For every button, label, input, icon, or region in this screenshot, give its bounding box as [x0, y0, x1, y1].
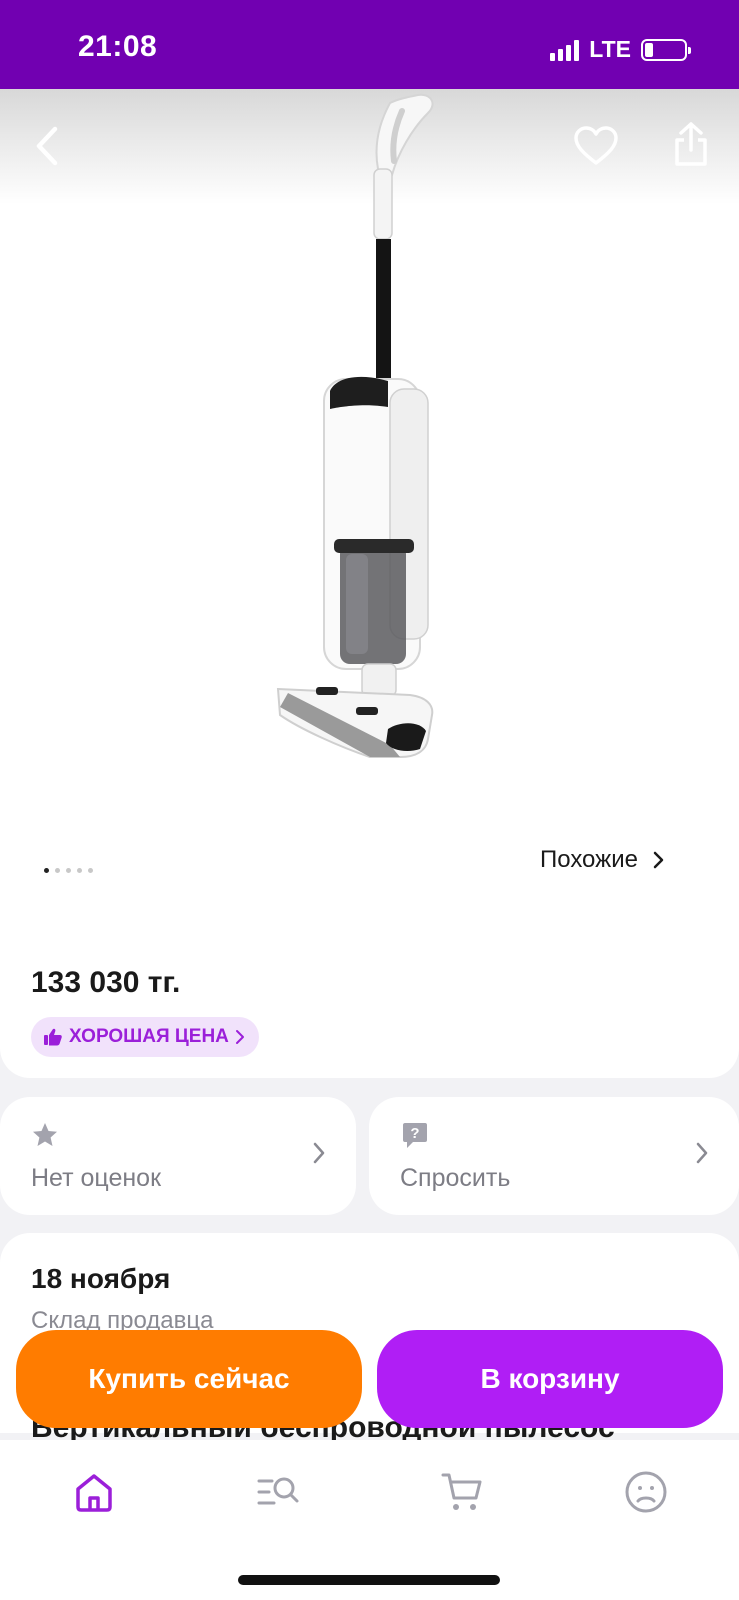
question-bubble-icon: ?	[403, 1123, 427, 1148]
thumbs-up-icon	[44, 1028, 62, 1046]
product-gallery[interactable]: Похожие	[0, 89, 739, 924]
gallery-pagination	[44, 868, 93, 873]
tab-catalog[interactable]	[254, 1468, 302, 1516]
good-price-label: ХОРОШАЯ ЦЕНА	[69, 1026, 229, 1047]
product-price: 133 030 тг.	[31, 966, 181, 999]
pagination-dot	[44, 868, 49, 873]
battery-icon	[641, 38, 691, 61]
tab-profile[interactable]	[622, 1468, 670, 1516]
signal-icon	[550, 39, 580, 61]
ask-question-card[interactable]: ? Спросить	[369, 1097, 739, 1215]
status-time: 21:08	[78, 30, 158, 63]
star-icon	[33, 1123, 57, 1146]
favorite-button[interactable]	[570, 120, 622, 172]
back-button[interactable]	[22, 120, 74, 172]
cart-icon	[441, 1473, 482, 1510]
status-indicators: LTE	[550, 36, 691, 63]
good-price-badge[interactable]: ХОРОШАЯ ЦЕНА	[31, 1017, 259, 1057]
ask-label: Спросить	[400, 1164, 511, 1192]
pagination-dot	[77, 868, 82, 873]
rating-card[interactable]: Нет оценок	[0, 1097, 356, 1215]
share-button[interactable]	[665, 118, 717, 170]
chevron-right-icon	[653, 851, 664, 869]
rating-label: Нет оценок	[31, 1164, 162, 1192]
catalog-search-icon	[257, 1477, 299, 1505]
home-indicator	[238, 1575, 500, 1585]
home-icon	[76, 1474, 112, 1512]
similar-label: Похожие	[540, 846, 638, 873]
pagination-dot	[55, 868, 60, 873]
tab-home[interactable]	[70, 1468, 118, 1516]
share-icon	[675, 122, 707, 166]
similar-products-link[interactable]: Похожие	[540, 846, 664, 874]
network-type: LTE	[589, 36, 631, 62]
add-to-cart-button[interactable]: В корзину	[377, 1330, 723, 1428]
buy-now-button[interactable]: Купить сейчас	[16, 1330, 362, 1428]
status-bar: 21:08 LTE	[0, 0, 739, 89]
chevron-right-icon	[696, 1142, 708, 1164]
chevron-left-icon	[36, 126, 58, 166]
delivery-date: 18 ноября	[31, 1263, 171, 1294]
heart-icon	[574, 126, 618, 165]
tab-cart[interactable]	[438, 1468, 486, 1516]
chevron-right-icon	[235, 1030, 244, 1044]
profile-icon	[625, 1471, 667, 1513]
pagination-dot	[66, 868, 71, 873]
battery-level	[645, 42, 653, 57]
svg-text:?: ?	[410, 1125, 419, 1142]
bottom-tab-bar	[0, 1440, 739, 1600]
price-card: 133 030 тг. ХОРОШАЯ ЦЕНА	[0, 920, 739, 1078]
chevron-right-icon	[313, 1142, 325, 1164]
pagination-dot	[88, 868, 93, 873]
product-image	[276, 93, 434, 758]
